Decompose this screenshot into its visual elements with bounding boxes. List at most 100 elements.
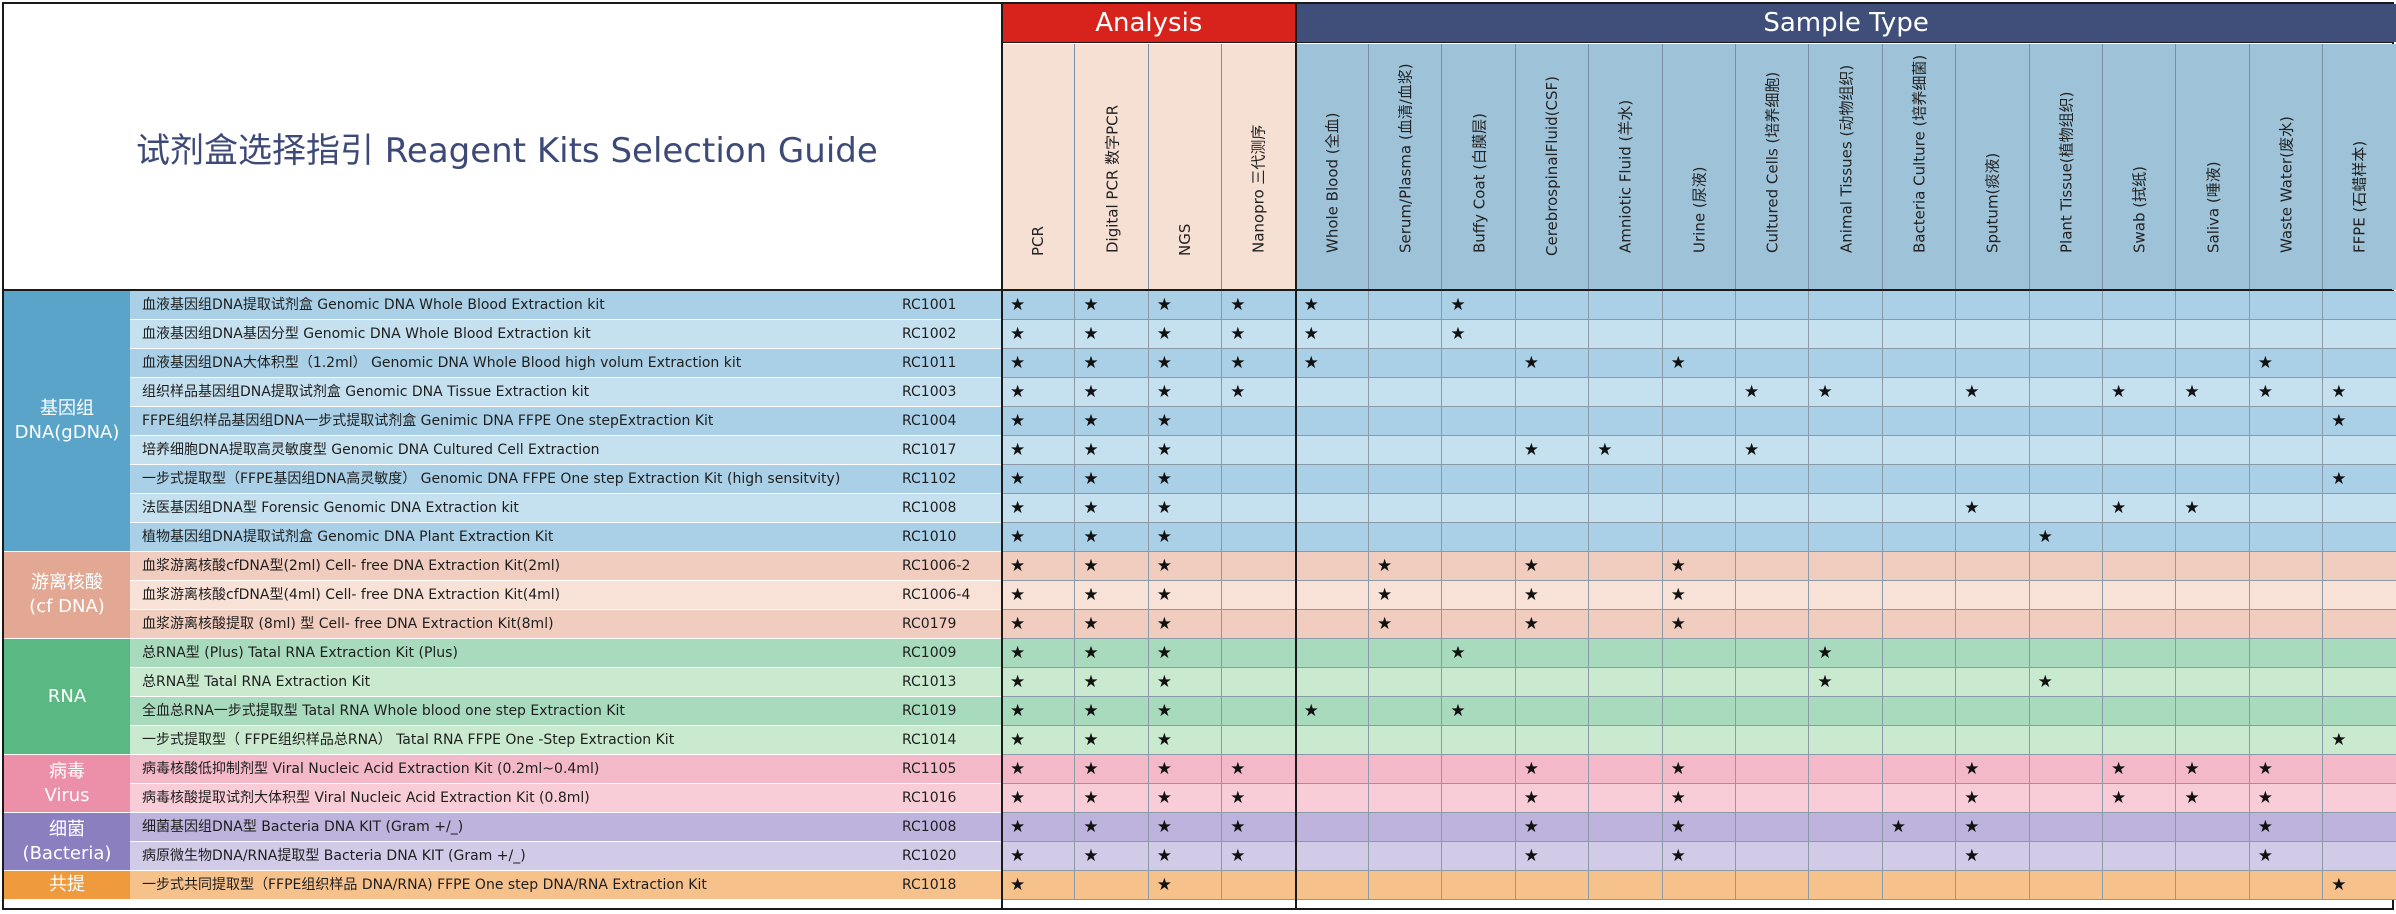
kit-name: 组织样品基因组DNA提取试剂盒 Genomic DNA Tissue Extra…: [142, 384, 590, 400]
star-mark: ★: [1662, 552, 1736, 581]
empty-cell: [1662, 668, 1736, 697]
empty-cell: [1662, 465, 1736, 494]
column-header: FFPE (石蜡样本): [2323, 44, 2396, 290]
star-mark: ★: [1515, 610, 1590, 639]
column-header: NGS: [1148, 44, 1223, 290]
empty-cell: [2029, 581, 2103, 610]
empty-cell: [2103, 668, 2177, 697]
empty-cell: [1442, 407, 1516, 436]
empty-cell: [1369, 349, 1443, 378]
empty-cell: [1589, 726, 1663, 755]
star-mark: ★: [1002, 639, 1076, 668]
empty-cell: [1515, 871, 1590, 900]
star-mark: ★: [1515, 755, 1590, 784]
star-mark: ★: [1148, 610, 1223, 639]
star-mark: ★: [1295, 291, 1369, 320]
column-header: Swab (拭纸): [2103, 44, 2177, 290]
empty-cell: [1515, 291, 1590, 320]
empty-cell: [1515, 668, 1590, 697]
column-header: Saliva (唾液): [2176, 44, 2250, 290]
star-mark: ★: [1148, 871, 1223, 900]
star-mark: ★: [1002, 291, 1076, 320]
empty-cell: [1882, 610, 1957, 639]
star-mark: ★: [1222, 813, 1296, 842]
empty-cell: [1736, 291, 1810, 320]
empty-cell: [1736, 407, 1810, 436]
empty-cell: [1589, 407, 1663, 436]
star-mark: ★: [2176, 378, 2250, 407]
empty-cell: [1882, 726, 1957, 755]
empty-cell: [1589, 784, 1663, 813]
divider: [1294, 4, 1297, 908]
empty-cell: [1222, 581, 1296, 610]
star-mark: ★: [1148, 465, 1223, 494]
empty-cell: [1662, 726, 1736, 755]
empty-cell: [2029, 784, 2103, 813]
empty-cell: [1736, 581, 1810, 610]
empty-cell: [1222, 465, 1296, 494]
empty-cell: [2103, 697, 2177, 726]
column-header: Nanopro 三代测序: [1222, 44, 1296, 290]
kit-row: 血液基因组DNA基因分型 Genomic DNA Whole Blood Ext…: [130, 320, 1002, 349]
kit-row: 细菌基因组DNA型 Bacteria DNA KIT (Gram +/_) RC1…: [130, 813, 1002, 842]
kit-name: 总RNA型 Tatal RNA Extraction Kit: [142, 674, 371, 690]
empty-cell: [1809, 465, 1883, 494]
star-mark: ★: [1809, 668, 1883, 697]
empty-cell: [2249, 552, 2324, 581]
star-mark: ★: [1002, 436, 1076, 465]
star-mark: ★: [1736, 378, 1810, 407]
group-label: RNA: [4, 639, 130, 755]
star-mark: ★: [1222, 349, 1296, 378]
empty-cell: [2029, 871, 2103, 900]
kit-name: FFPE组织样品基因组DNA一步式提取试剂盒 Genimic DNA FFPE …: [142, 413, 714, 429]
star-mark: ★: [1222, 784, 1296, 813]
empty-cell: [1736, 639, 1810, 668]
empty-cell: [1515, 494, 1590, 523]
empty-cell: [2249, 871, 2324, 900]
empty-cell: [2029, 639, 2103, 668]
star-mark: ★: [1002, 668, 1076, 697]
empty-cell: [2249, 494, 2324, 523]
empty-cell: [1295, 494, 1369, 523]
star-mark: ★: [1148, 552, 1223, 581]
empty-cell: [1882, 465, 1957, 494]
star-mark: ★: [1442, 639, 1516, 668]
empty-cell: [1882, 871, 1957, 900]
empty-cell: [2029, 552, 2103, 581]
empty-cell: [2249, 581, 2324, 610]
star-mark: ★: [1075, 378, 1149, 407]
empty-cell: [1736, 813, 1810, 842]
empty-cell: [2323, 784, 2396, 813]
empty-cell: [2176, 407, 2250, 436]
group-label: 细菌 (Bacteria): [4, 813, 130, 871]
column-header: Digital PCR 数字PCR: [1075, 44, 1149, 290]
kit-row: 血液基因组DNA提取试剂盒 Genomic DNA Whole Blood Ex…: [130, 291, 1002, 320]
star-mark: ★: [1882, 813, 1957, 842]
empty-cell: [1369, 291, 1443, 320]
star-mark: ★: [1148, 726, 1223, 755]
empty-cell: [1662, 407, 1736, 436]
empty-cell: [1369, 320, 1443, 349]
empty-cell: [2249, 610, 2324, 639]
star-mark: ★: [2323, 871, 2396, 900]
star-mark: ★: [1589, 436, 1663, 465]
star-mark: ★: [2103, 784, 2177, 813]
empty-cell: [1956, 407, 2030, 436]
empty-cell: [1589, 378, 1663, 407]
column-header-label: Serum/Plasma (血清/血浆): [1396, 63, 1415, 253]
kit-row: 病原微生物DNA/RNA提取型 Bacteria DNA KIT (Gram +…: [130, 842, 1002, 871]
star-mark: ★: [2249, 784, 2324, 813]
empty-cell: [1295, 523, 1369, 552]
empty-cell: [1956, 552, 2030, 581]
empty-cell: [1222, 668, 1296, 697]
kit-name: 血浆游离核酸cfDNA型(2ml) Cell- free DNA Extract…: [142, 558, 561, 574]
kit-row: 病毒核酸低抑制剂型 Viral Nucleic Acid Extraction …: [130, 755, 1002, 784]
kit-row: FFPE组织样品基因组DNA一步式提取试剂盒 Genimic DNA FFPE …: [130, 407, 1002, 436]
group-label: 基因组 DNA(gDNA): [4, 291, 130, 552]
empty-cell: [1442, 813, 1516, 842]
empty-cell: [2029, 291, 2103, 320]
empty-cell: [2029, 494, 2103, 523]
catalog-number: RC1019: [902, 703, 957, 719]
empty-cell: [2103, 407, 2177, 436]
empty-cell: [1662, 291, 1736, 320]
